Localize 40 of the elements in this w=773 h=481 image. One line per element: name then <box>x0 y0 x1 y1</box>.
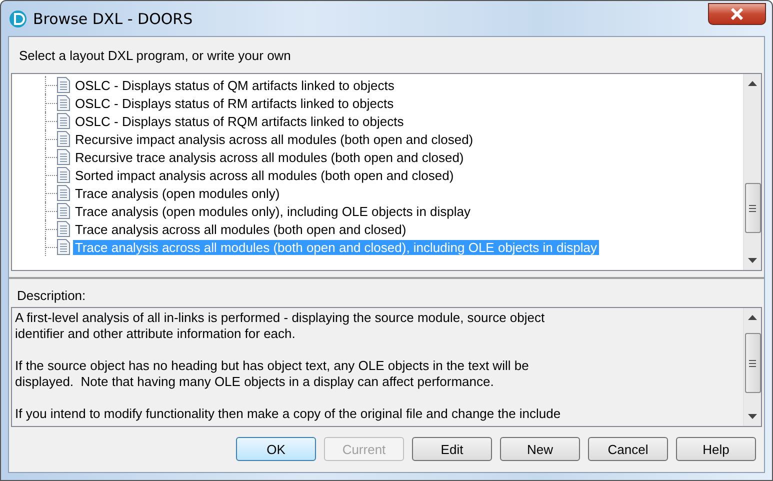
document-icon <box>57 149 70 165</box>
scroll-down-icon[interactable] <box>748 414 757 419</box>
program-item[interactable]: Trace analysis (open modules only), including OLE objects in display <box>73 204 472 218</box>
prompt-text: Select a layout DXL program, or write your own <box>18 46 292 65</box>
program-item[interactable]: Recursive trace analysis across all modules (both open and closed) <box>73 150 466 164</box>
window-title: Browse DXL - DOORS <box>33 10 194 28</box>
program-item[interactable]: OSLC - Displays status of QM artifacts linked to objects <box>73 78 396 92</box>
document-icon <box>57 113 70 129</box>
app-icon <box>9 10 27 28</box>
scroll-up-icon[interactable] <box>748 81 757 86</box>
grip-icon <box>749 360 756 366</box>
scroll-down-icon[interactable] <box>748 258 757 263</box>
scrollbar[interactable] <box>743 74 761 270</box>
scrollbar[interactable] <box>743 308 761 426</box>
dialog-button[interactable]: Cancel <box>588 437 668 461</box>
dialog-button[interactable]: Edit <box>412 437 492 461</box>
document-icon <box>57 203 70 219</box>
document-icon <box>57 185 70 201</box>
description-paragraph: If the source object has no heading but has object text, any OLE objects in the text will be displayed. Note that having many OLE objects in a display can affect performance. <box>15 358 530 390</box>
dialog-button[interactable]: New <box>500 437 580 461</box>
program-item[interactable]: Trace analysis (open modules only) <box>73 186 282 200</box>
document-icon <box>57 221 70 237</box>
program-item[interactable]: Sorted impact analysis across all modules (both open and closed) <box>73 168 456 182</box>
program-item[interactable]: OSLC - Displays status of RQM artifacts linked to objects <box>73 114 406 128</box>
dialog-button[interactable]: OK <box>236 437 316 461</box>
close-button[interactable] <box>708 2 766 24</box>
close-icon <box>730 8 744 20</box>
description-paragraph: A first-level analysis of all in-links is performed - displaying the source module, source object identifier and other attribute information for each. <box>15 310 546 342</box>
scroll-up-icon[interactable] <box>748 315 757 320</box>
description-paragraph: If you intend to modify functionality then make a copy of the original file and change the include <box>15 406 562 422</box>
document-icon <box>57 131 70 147</box>
document-icon <box>57 95 70 111</box>
program-item[interactable]: Trace analysis across all modules (both open and closed) <box>73 222 408 236</box>
program-item[interactable]: OSLC - Displays status of RM artifacts linked to objects <box>73 96 396 110</box>
document-icon <box>57 239 70 255</box>
dialog-button[interactable]: Help <box>676 437 756 461</box>
program-item[interactable]: Recursive impact analysis across all modules (both open and closed) <box>73 132 476 146</box>
document-icon <box>57 167 70 183</box>
grip-icon <box>749 204 756 212</box>
document-icon <box>57 77 70 93</box>
